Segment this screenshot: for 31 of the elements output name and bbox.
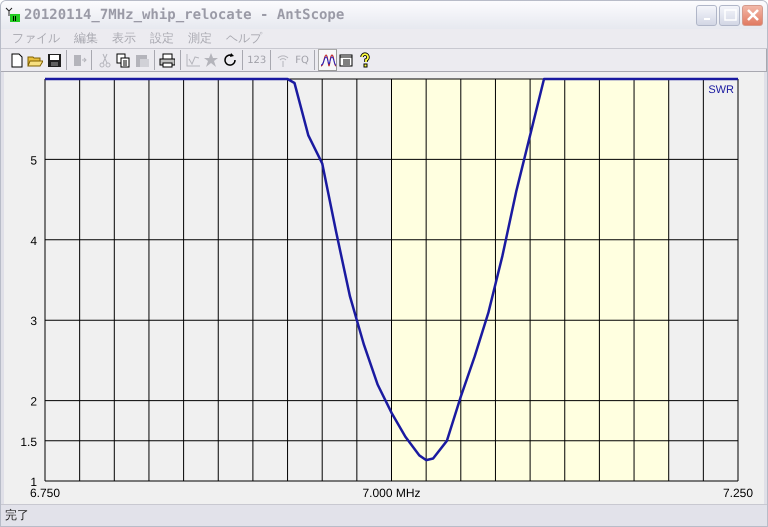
axis-label: 2	[30, 394, 37, 409]
refresh-icon	[222, 52, 238, 68]
star-icon	[203, 52, 220, 68]
clipboard-icon	[134, 52, 150, 68]
menu-item[interactable]: ファイル	[5, 30, 67, 47]
axis-label: 4	[30, 234, 37, 248]
resonance-curve-button[interactable]	[318, 49, 337, 72]
status-text: 完了	[5, 507, 29, 524]
close-icon	[744, 7, 760, 24]
graph-icon	[184, 52, 201, 68]
legend-label: SWR	[708, 84, 734, 96]
menu-item[interactable]: 編集	[67, 30, 105, 47]
app-icon	[5, 7, 21, 24]
close-button[interactable]	[742, 4, 763, 26]
axis-label: 1.5	[20, 435, 37, 450]
resonance-curve-icon	[320, 52, 336, 68]
menu-item[interactable]: ヘルプ	[219, 30, 269, 47]
scissors-icon	[96, 52, 113, 68]
axis-label: 3	[30, 314, 37, 329]
maximize-icon	[722, 7, 738, 24]
copy-icon	[115, 52, 132, 68]
menu-item[interactable]: 表示	[105, 30, 143, 47]
printer-icon	[159, 52, 176, 68]
window-title: 20120114_7MHz_whip_relocate - AntScope	[24, 7, 346, 24]
list-icon	[338, 52, 354, 68]
menu-item[interactable]: 設定	[143, 30, 181, 47]
axis-label: 7.000 MHz	[362, 486, 421, 500]
axis-label: 5	[30, 154, 37, 168]
export-icon	[71, 52, 88, 68]
menu-item[interactable]: 測定	[181, 30, 219, 47]
axis-label: 7.250	[722, 486, 754, 500]
